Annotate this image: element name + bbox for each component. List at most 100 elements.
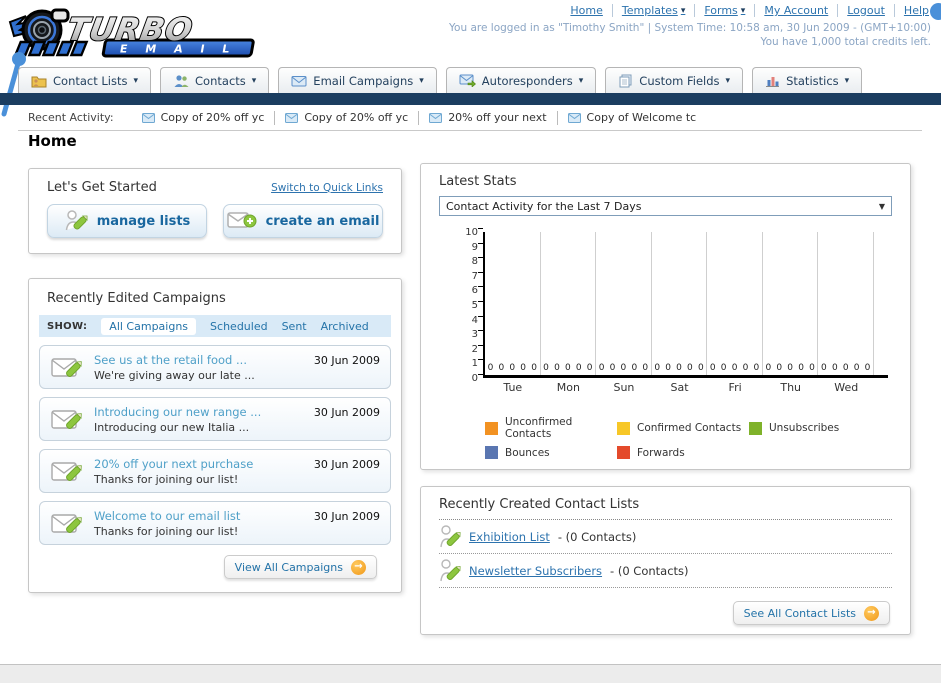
chevron-down-icon: ▾ bbox=[725, 75, 731, 86]
stats-period-select[interactable]: Contact Activity for the Last 7 Days ▼ bbox=[439, 196, 892, 216]
contact-list-link[interactable]: Newsletter Subscribers bbox=[469, 564, 602, 578]
data-value-label: 0 bbox=[609, 363, 616, 373]
campaign-row[interactable]: See us at the retail food ... We're givin… bbox=[39, 345, 391, 389]
data-value-label: 0 bbox=[787, 363, 794, 373]
legend-label: Confirmed Contacts bbox=[637, 422, 742, 434]
chart-right-pad bbox=[874, 381, 888, 394]
switch-quick-links-link[interactable]: Switch to Quick Links bbox=[271, 182, 383, 194]
campaign-title-link[interactable]: Introducing our new range ... bbox=[94, 405, 314, 419]
login-info: You are logged in as "Timothy Smith" | S… bbox=[449, 21, 931, 49]
y-tick-mark bbox=[478, 330, 483, 332]
header-link-help[interactable]: Help bbox=[895, 4, 929, 17]
see-all-contact-lists-label: See All Contact Lists bbox=[743, 606, 856, 620]
tab-contact-lists[interactable]: Contact Lists ▾ bbox=[18, 67, 152, 93]
campaigns-panel: Recently Edited Campaigns SHOW: All Camp… bbox=[28, 278, 402, 593]
tab-autoresponders[interactable]: Autoresponders ▾ bbox=[445, 67, 597, 93]
data-value-label: 0 bbox=[853, 363, 860, 373]
chevron-down-icon: ▾ bbox=[133, 75, 139, 86]
campaign-subtitle: Thanks for joining our list! bbox=[94, 524, 239, 538]
y-tick-mark bbox=[478, 344, 483, 346]
latest-stats-title: Latest Stats bbox=[439, 174, 517, 189]
manage-lists-button[interactable]: manage lists bbox=[47, 204, 207, 238]
logo-graphic: E M A I L TURBO bbox=[8, 8, 255, 58]
tab-email-campaigns[interactable]: Email Campaigns ▾ bbox=[278, 67, 437, 93]
data-value-label: 0 bbox=[720, 363, 727, 373]
header-link-forms[interactable]: Forms ▾ bbox=[695, 4, 756, 17]
data-value-label: 0 bbox=[554, 363, 560, 373]
filter-scheduled[interactable]: Scheduled bbox=[210, 320, 268, 333]
data-value-label: 0 bbox=[654, 363, 661, 373]
recent-activity-item[interactable]: Copy of Welcome tc bbox=[558, 111, 707, 125]
filter-archived[interactable]: Archived bbox=[321, 320, 369, 333]
envelope-icon bbox=[285, 112, 299, 123]
header-link-templates[interactable]: Templates ▾ bbox=[613, 4, 696, 17]
data-value-label: 0 bbox=[809, 363, 815, 373]
see-all-contact-lists-button[interactable]: See All Contact Lists → bbox=[732, 601, 890, 625]
filter-all-campaigns[interactable]: All Campaigns bbox=[101, 317, 197, 335]
campaigns-title: Recently Edited Campaigns bbox=[47, 291, 226, 306]
chart-legend: Unconfirmed Contacts Confirmed Contacts Un… bbox=[485, 416, 888, 459]
data-value-label: 0 bbox=[498, 363, 505, 373]
campaign-title-link[interactable]: Welcome to our email list bbox=[94, 509, 314, 523]
campaign-row[interactable]: 20% off your next purchase Thanks for joi… bbox=[39, 449, 391, 493]
campaign-title-link[interactable]: See us at the retail food ... bbox=[94, 353, 314, 367]
contact-list-row[interactable]: Newsletter Subscribers - (0 Contacts) bbox=[439, 554, 892, 588]
data-value-label: 0 bbox=[676, 363, 682, 373]
x-tick-label: Wed bbox=[834, 381, 859, 394]
stats-period-value: Contact Activity for the Last 7 Days bbox=[446, 199, 642, 213]
envelope-arrow-icon bbox=[459, 74, 476, 87]
person-pencil-icon bbox=[65, 210, 88, 231]
tab-label: Contact Lists bbox=[53, 73, 128, 88]
y-tick-mark bbox=[478, 242, 483, 244]
envelope-pencil-icon bbox=[51, 410, 82, 429]
chart-day-group: 00000 bbox=[818, 232, 875, 375]
chart-day-group: 00000 bbox=[707, 232, 763, 375]
envelope-icon bbox=[291, 75, 307, 86]
data-value-label: 0 bbox=[631, 363, 638, 373]
data-value-label: 0 bbox=[487, 363, 494, 373]
recent-activity-item[interactable]: Copy of 20% off yc bbox=[132, 110, 276, 125]
tab-contacts[interactable]: Contacts ▾ bbox=[160, 67, 270, 93]
envelope-icon bbox=[429, 112, 443, 123]
turbo-email-logo: E M A I L TURBO bbox=[6, 4, 266, 60]
tab-statistics[interactable]: Statistics ▾ bbox=[752, 67, 863, 93]
chevron-down-icon: ▾ bbox=[844, 75, 850, 86]
contact-list-link[interactable]: Exhibition List bbox=[469, 530, 550, 544]
data-value-label: 0 bbox=[509, 363, 516, 373]
legend-swatch bbox=[617, 446, 630, 459]
data-value-label: 0 bbox=[665, 363, 671, 373]
data-value-label: 0 bbox=[697, 363, 704, 373]
data-value-label: 0 bbox=[520, 363, 527, 373]
pages-icon bbox=[619, 74, 632, 87]
legend-label: Unconfirmed Contacts bbox=[505, 416, 573, 440]
header-link-my-account[interactable]: My Account bbox=[755, 4, 839, 17]
contact-list-count: - (0 Contacts) bbox=[610, 563, 689, 578]
legend-swatch bbox=[617, 421, 630, 435]
create-email-button[interactable]: create an email bbox=[223, 204, 383, 238]
y-tick-mark bbox=[478, 359, 483, 361]
header-link-home[interactable]: Home bbox=[561, 4, 613, 17]
recent-activity-item[interactable]: Copy of 20% off yc bbox=[275, 110, 420, 125]
campaign-row[interactable]: Introducing our new range ... Introducing… bbox=[39, 397, 391, 441]
header-link-logout[interactable]: Logout bbox=[838, 4, 895, 17]
filter-sent[interactable]: Sent bbox=[282, 320, 307, 333]
campaign-date: 30 Jun 2009 bbox=[313, 406, 380, 419]
tab-custom-fields[interactable]: Custom Fields ▾ bbox=[605, 67, 744, 93]
circle-decoration bbox=[930, 3, 941, 20]
contact-list-row[interactable]: Exhibition List - (0 Contacts) bbox=[439, 520, 892, 554]
legend-swatch bbox=[749, 421, 762, 435]
recent-activity-item[interactable]: 20% off your next bbox=[419, 110, 558, 125]
page-title: Home bbox=[28, 132, 77, 150]
campaign-title-link[interactable]: 20% off your next purchase bbox=[94, 457, 314, 471]
x-tick-label: Sun bbox=[613, 381, 635, 394]
data-value-label: 0 bbox=[598, 363, 605, 373]
envelope-pencil-icon bbox=[51, 514, 82, 533]
bar-chart-icon bbox=[766, 77, 780, 87]
data-value-label: 0 bbox=[765, 363, 772, 373]
main-nav: Contact Lists ▾ Contacts ▾ Email Campaigns… bbox=[18, 67, 863, 93]
tab-label: Contacts bbox=[195, 73, 246, 88]
view-all-campaigns-button[interactable]: View All Campaigns → bbox=[223, 555, 377, 579]
campaign-row[interactable]: Welcome to our email list Thanks for join… bbox=[39, 501, 391, 545]
legend-item: Bounces bbox=[485, 446, 617, 459]
campaign-filter-bar: SHOW: All Campaigns Scheduled Sent Archi… bbox=[39, 315, 391, 337]
